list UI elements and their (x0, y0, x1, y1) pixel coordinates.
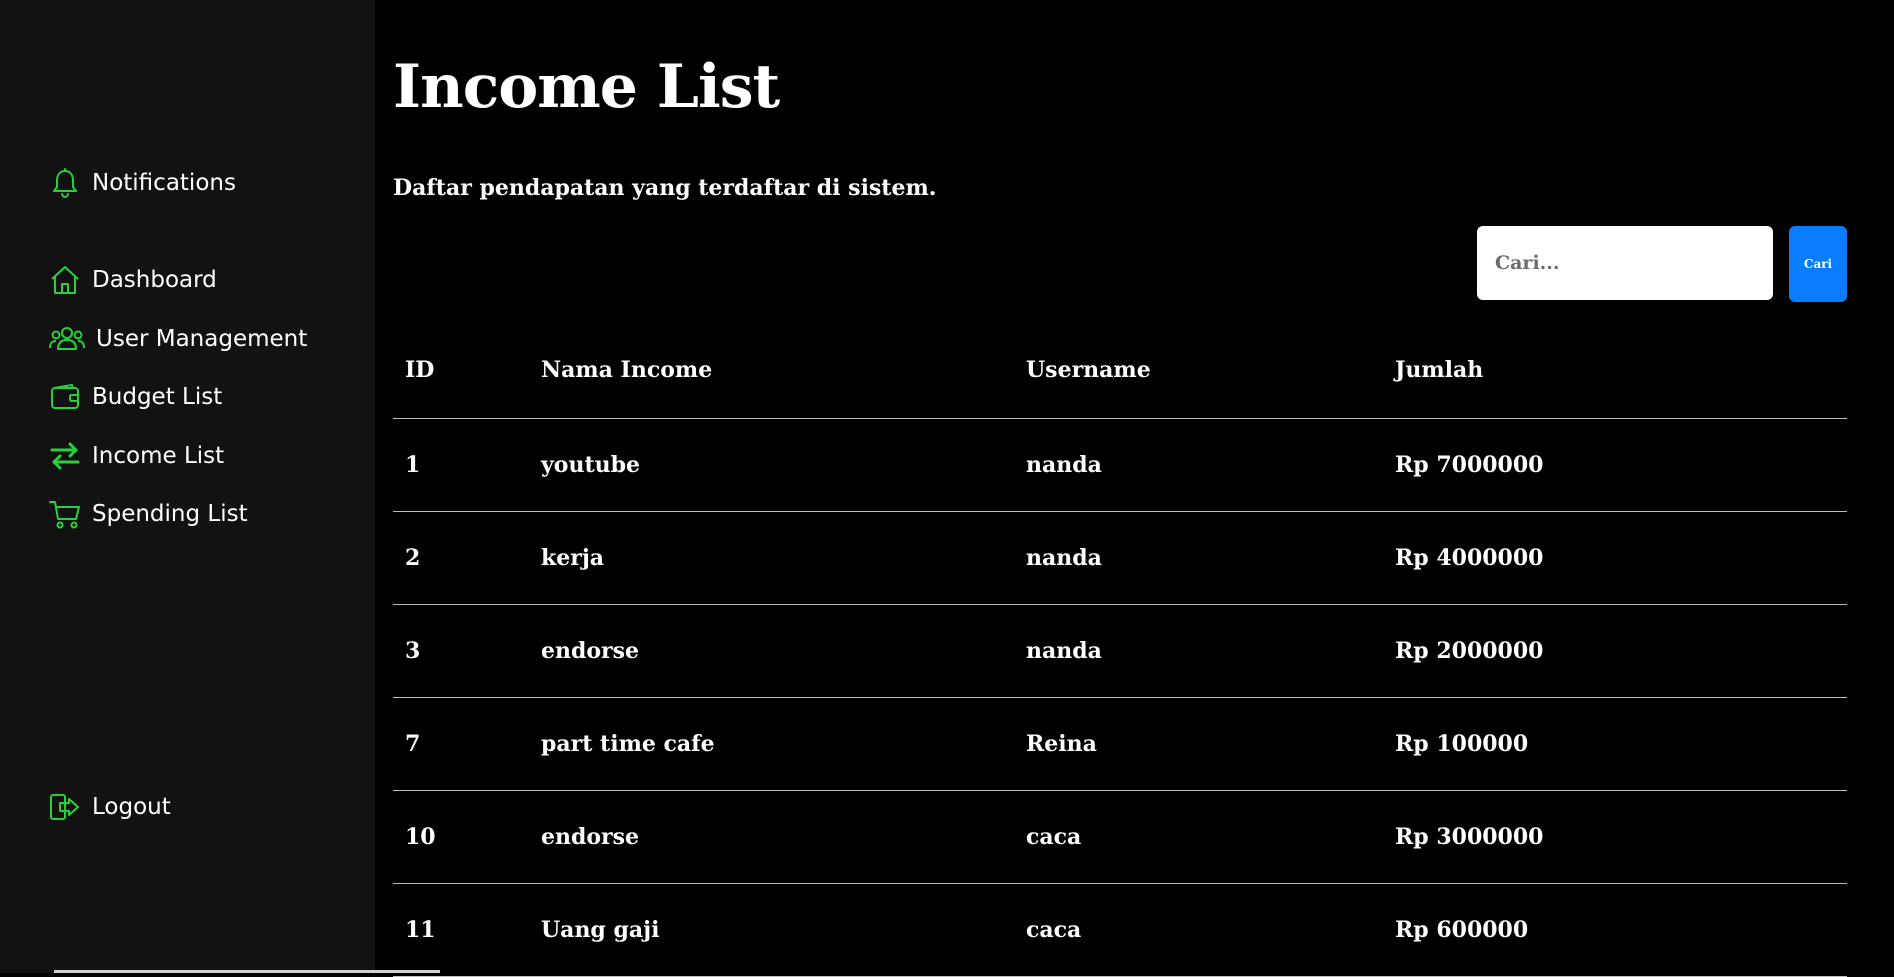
cell-name: endorse (529, 604, 1014, 698)
sidebar-item-label: Income List (92, 443, 225, 469)
cell-name: kerja (529, 511, 1014, 605)
cell-amount: Rp 4000000 (1383, 511, 1847, 605)
page-title: Income List (393, 52, 780, 122)
wallet-icon (48, 380, 82, 414)
sidebar-item-notifications[interactable]: Notifications (48, 166, 236, 200)
sidebar-item-label: Logout (92, 794, 171, 820)
sidebar-item-income-list[interactable]: Income List (48, 439, 224, 473)
search-button[interactable]: Cari (1789, 226, 1847, 302)
main-content: Income List Daftar pendapatan yang terda… (375, 0, 1894, 977)
search-input[interactable] (1477, 226, 1773, 300)
sidebar-item-spending-list[interactable]: Spending List (48, 497, 248, 531)
column-header-id: ID (393, 322, 529, 419)
sidebar-item-label: Spending List (92, 501, 248, 527)
sidebar-item-label: Budget List (92, 384, 223, 410)
sidebar-item-budget-list[interactable]: Budget List (48, 380, 222, 414)
cell-amount: Rp 2000000 (1383, 604, 1847, 698)
cell-id: 10 (393, 790, 529, 884)
cell-id: 2 (393, 511, 529, 605)
table-row: 7 part time cafe Reina Rp 100000 (393, 697, 1847, 791)
cell-username: nanda (1014, 604, 1383, 698)
sidebar-item-user-management[interactable]: User Management (48, 322, 307, 356)
cell-amount: Rp 100000 (1383, 697, 1847, 791)
table-row: 2 kerja nanda Rp 4000000 (393, 511, 1847, 605)
column-header-amount: Jumlah (1383, 322, 1847, 419)
table-row: 11 Uang gaji caca Rp 600000 (393, 883, 1847, 977)
column-header-username: Username (1014, 322, 1383, 419)
cell-name: endorse (529, 790, 1014, 884)
cell-amount: Rp 3000000 (1383, 790, 1847, 884)
arrows-swap-icon (48, 439, 82, 473)
cell-name: part time cafe (529, 697, 1014, 791)
table-header-row: ID Nama Income Username Jumlah (393, 322, 1847, 419)
cell-id: 11 (393, 883, 529, 977)
home-icon (48, 263, 82, 297)
column-header-name: Nama Income (529, 322, 1014, 419)
cell-amount: Rp 7000000 (1383, 418, 1847, 512)
table-row: 3 endorse nanda Rp 2000000 (393, 604, 1847, 698)
cell-name: youtube (529, 418, 1014, 512)
bell-icon (48, 166, 82, 200)
income-table: ID Nama Income Username Jumlah 1 youtube… (393, 322, 1847, 977)
sidebar-item-logout[interactable]: Logout (48, 790, 171, 824)
table-row: 1 youtube nanda Rp 7000000 (393, 418, 1847, 512)
cell-username: caca (1014, 883, 1383, 977)
cell-id: 3 (393, 604, 529, 698)
sidebar: Notifications Dashboard User Management (0, 0, 375, 973)
cell-amount: Rp 600000 (1383, 883, 1847, 977)
sidebar-item-label: User Management (96, 326, 308, 352)
table-row: 10 endorse caca Rp 3000000 (393, 790, 1847, 884)
cell-name: Uang gaji (529, 883, 1014, 977)
logout-icon (48, 790, 82, 824)
cell-id: 7 (393, 697, 529, 791)
sidebar-item-dashboard[interactable]: Dashboard (48, 263, 217, 297)
cell-username: nanda (1014, 418, 1383, 512)
sidebar-item-label: Dashboard (92, 267, 217, 293)
page-subtitle: Daftar pendapatan yang terdaftar di sist… (393, 175, 937, 201)
cell-username: Reina (1014, 697, 1383, 791)
users-icon (48, 322, 86, 356)
cart-icon (48, 497, 82, 531)
sidebar-item-label: Notifications (92, 170, 236, 196)
cell-id: 1 (393, 418, 529, 512)
cell-username: nanda (1014, 511, 1383, 605)
cell-username: caca (1014, 790, 1383, 884)
